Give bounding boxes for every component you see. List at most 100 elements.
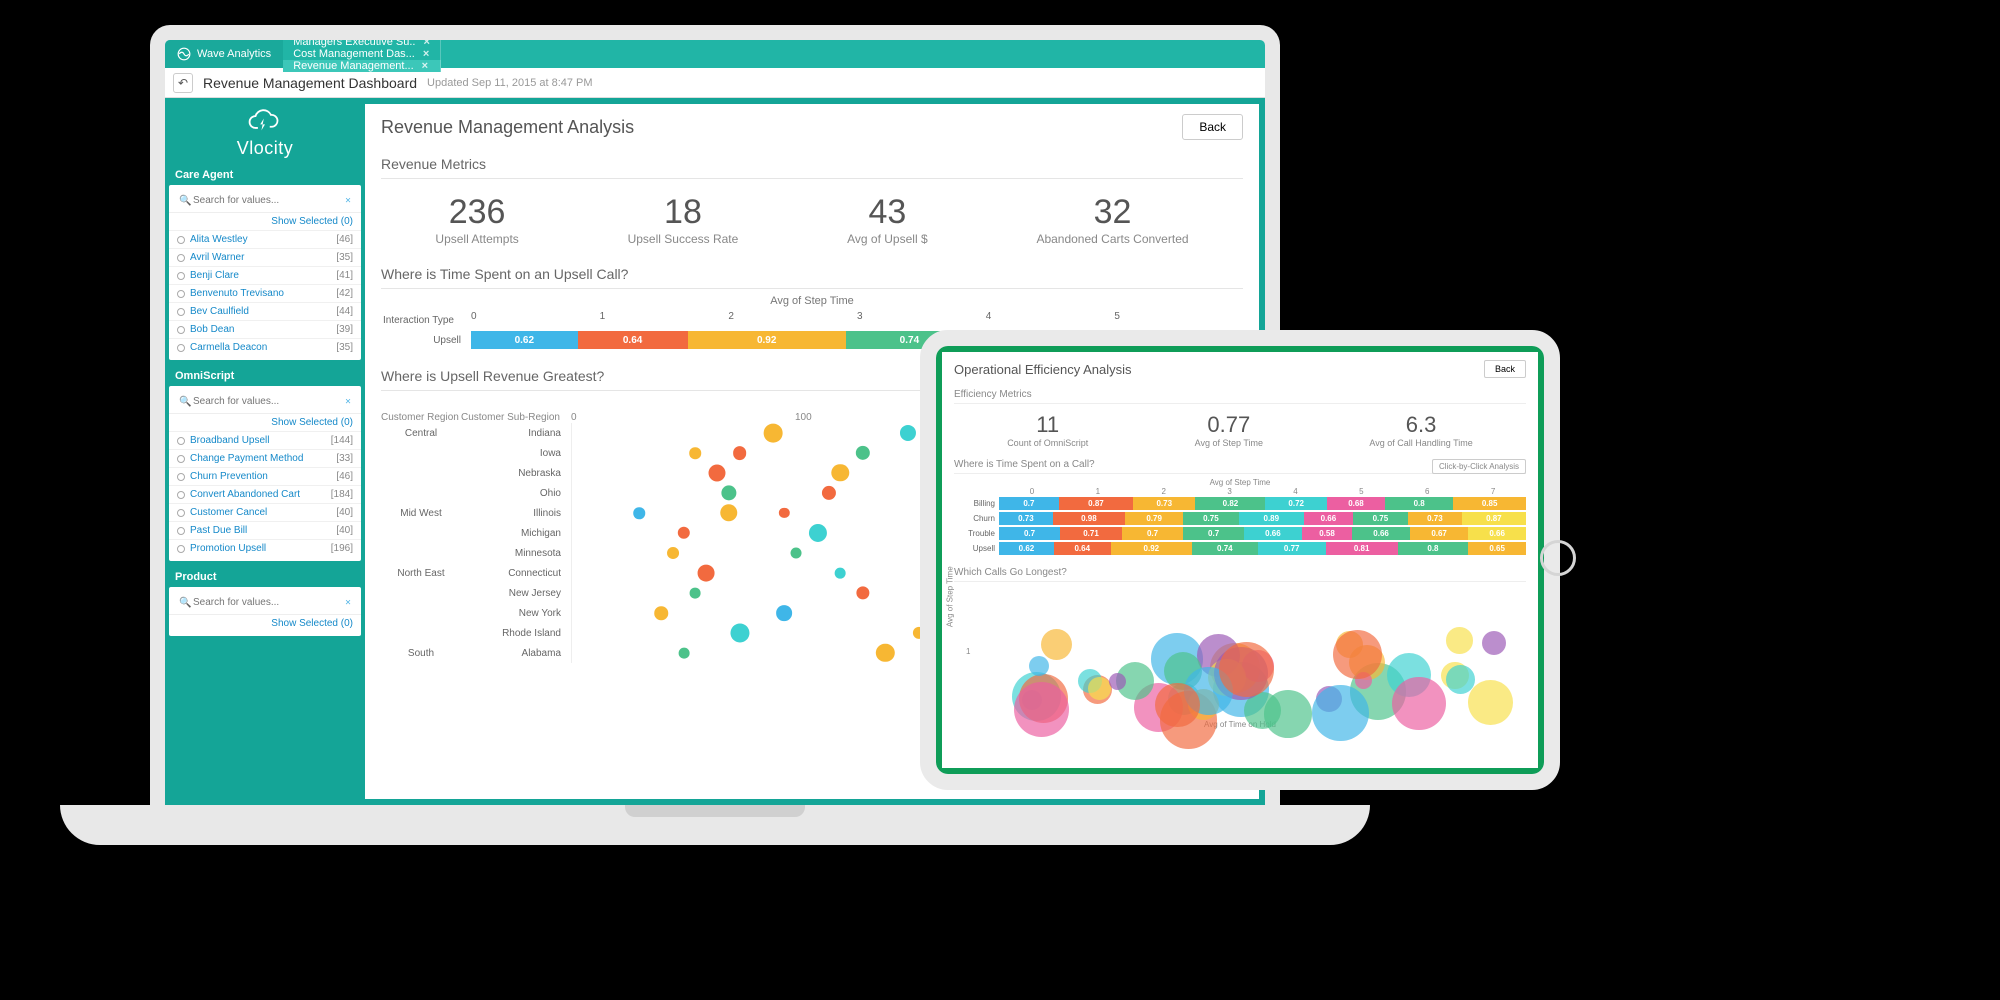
- bar-segment[interactable]: 0.65: [1468, 542, 1526, 555]
- tablet-stacked-bars[interactable]: Billing0.70.870.730.820.720.680.80.85Chu…: [954, 496, 1526, 556]
- scatter-dot[interactable]: [779, 508, 789, 518]
- facet-item[interactable]: Benvenuto Trevisano[42]: [169, 284, 361, 302]
- bar-segment[interactable]: 0.79: [1125, 512, 1183, 525]
- facet-item[interactable]: Benji Clare[41]: [169, 266, 361, 284]
- scatter-dot[interactable]: [690, 588, 701, 599]
- bar-segment[interactable]: 0.66: [1304, 512, 1353, 525]
- tab[interactable]: Cost Management Das...×: [283, 48, 441, 60]
- scatter-dot[interactable]: [809, 524, 827, 542]
- bar-segment[interactable]: 0.66: [1352, 527, 1410, 540]
- bubble-point[interactable]: [1446, 627, 1472, 653]
- tab[interactable]: Revenue Management...×: [283, 60, 441, 72]
- clear-icon[interactable]: ×: [345, 597, 351, 608]
- stacked-bar[interactable]: 0.730.980.790.750.890.660.750.730.87: [999, 512, 1526, 525]
- bar-segment[interactable]: 0.73: [1133, 497, 1195, 510]
- scatter-dot[interactable]: [709, 465, 726, 482]
- scatter-dot[interactable]: [689, 447, 701, 459]
- bar-segment[interactable]: 0.8: [1385, 497, 1453, 510]
- bar-segment[interactable]: 0.98: [1053, 512, 1125, 525]
- bar-segment[interactable]: 0.87: [1462, 512, 1526, 525]
- scatter-dot[interactable]: [777, 605, 793, 621]
- bar-segment[interactable]: 0.73: [999, 512, 1053, 525]
- bubble-point[interactable]: [1468, 680, 1513, 725]
- bar-segment[interactable]: 0.8: [1398, 542, 1469, 555]
- bar-segment[interactable]: 0.92: [688, 331, 846, 349]
- facet-item[interactable]: Convert Abandoned Cart[184]: [169, 485, 361, 503]
- bar-segment[interactable]: 0.58: [1302, 527, 1353, 540]
- scatter-dot[interactable]: [698, 565, 715, 582]
- search-input[interactable]: [175, 192, 355, 209]
- bubble-point[interactable]: [1392, 677, 1445, 730]
- facet-item[interactable]: Promotion Upsell[196]: [169, 539, 361, 557]
- bar-segment[interactable]: 0.62: [999, 542, 1054, 555]
- scatter-dot[interactable]: [832, 464, 849, 481]
- close-icon[interactable]: ×: [423, 36, 429, 48]
- bubble-point[interactable]: [1088, 677, 1111, 700]
- facet-item[interactable]: Change Payment Method[33]: [169, 449, 361, 467]
- bubble-point[interactable]: [1155, 683, 1199, 727]
- show-selected-link[interactable]: Show Selected (0): [169, 615, 361, 632]
- clear-icon[interactable]: ×: [345, 396, 351, 407]
- bubble-point[interactable]: [1482, 631, 1506, 655]
- scatter-dot[interactable]: [655, 606, 669, 620]
- scatter-dot[interactable]: [633, 507, 645, 519]
- show-selected-link[interactable]: Show Selected (0): [169, 414, 361, 431]
- bubble-point[interactable]: [1312, 685, 1368, 741]
- facet-item[interactable]: Broadband Upsell[144]: [169, 431, 361, 449]
- bar-segment[interactable]: 0.62: [471, 331, 578, 349]
- bar-segment[interactable]: 0.81: [1326, 542, 1398, 555]
- bar-segment[interactable]: 0.73: [1408, 512, 1462, 525]
- scatter-dot[interactable]: [835, 568, 846, 579]
- facet-item[interactable]: Churn Prevention[46]: [169, 467, 361, 485]
- bar-segment[interactable]: 0.64: [1054, 542, 1111, 555]
- show-selected-link[interactable]: Show Selected (0): [169, 213, 361, 230]
- tablet-back-button[interactable]: Back: [1484, 360, 1526, 378]
- facet-item[interactable]: Carmella Deacon[35]: [169, 338, 361, 356]
- stacked-bar[interactable]: 0.70.710.70.70.660.580.660.670.66: [999, 527, 1526, 540]
- bar-segment[interactable]: 0.66: [1468, 527, 1526, 540]
- back-button[interactable]: Back: [1182, 114, 1243, 140]
- scatter-dot[interactable]: [876, 644, 894, 662]
- bar-segment[interactable]: 0.71: [1060, 527, 1122, 540]
- search-input[interactable]: [175, 594, 355, 611]
- facet-item[interactable]: Bev Caulfield[44]: [169, 302, 361, 320]
- app-brand[interactable]: Wave Analytics: [165, 40, 283, 68]
- bar-segment[interactable]: 0.64: [578, 331, 688, 349]
- bar-segment[interactable]: 0.7: [999, 497, 1059, 510]
- bubble-point[interactable]: [1029, 656, 1049, 676]
- bar-segment[interactable]: 0.7: [1183, 527, 1244, 540]
- bar-segment[interactable]: 0.77: [1258, 542, 1326, 555]
- facet-item[interactable]: Past Due Bill[40]: [169, 521, 361, 539]
- bar-segment[interactable]: 0.7: [999, 527, 1060, 540]
- bubble-point[interactable]: [1219, 642, 1274, 697]
- bubble-point[interactable]: [1014, 682, 1069, 737]
- bubble-point[interactable]: [1446, 665, 1475, 694]
- close-icon[interactable]: ×: [423, 48, 429, 60]
- scatter-dot[interactable]: [678, 648, 689, 659]
- bar-segment[interactable]: 0.7: [1122, 527, 1183, 540]
- history-back-icon[interactable]: ↶: [173, 73, 193, 93]
- bar-segment[interactable]: 0.67: [1410, 527, 1468, 540]
- bar-segment[interactable]: 0.75: [1353, 512, 1408, 525]
- scatter-dot[interactable]: [667, 547, 679, 559]
- bar-segment[interactable]: 0.74: [1192, 542, 1258, 555]
- scatter-dot[interactable]: [856, 586, 869, 599]
- scatter-dot[interactable]: [764, 424, 783, 443]
- scatter-dot[interactable]: [899, 425, 915, 441]
- bar-segment[interactable]: 0.72: [1265, 497, 1326, 510]
- facet-item[interactable]: Bob Dean[39]: [169, 320, 361, 338]
- scatter-dot[interactable]: [822, 486, 836, 500]
- stacked-bar[interactable]: 0.70.870.730.820.720.680.80.85: [999, 497, 1526, 510]
- tab[interactable]: Managers Executive Su..×: [283, 36, 441, 48]
- bubble-point[interactable]: [1264, 690, 1312, 738]
- facet-item[interactable]: Alita Westley[46]: [169, 230, 361, 248]
- scatter-dot[interactable]: [733, 446, 747, 460]
- bar-segment[interactable]: 0.75: [1183, 512, 1238, 525]
- scatter-dot[interactable]: [790, 548, 801, 559]
- stacked-bar[interactable]: 0.620.640.920.740.770.810.80.65: [999, 542, 1526, 555]
- bubble-chart[interactable]: Avg of Step Time 1: [954, 588, 1526, 718]
- scatter-dot[interactable]: [720, 504, 737, 521]
- bar-segment[interactable]: 0.92: [1111, 542, 1192, 555]
- close-icon[interactable]: ×: [422, 60, 428, 72]
- bar-segment[interactable]: 0.87: [1059, 497, 1133, 510]
